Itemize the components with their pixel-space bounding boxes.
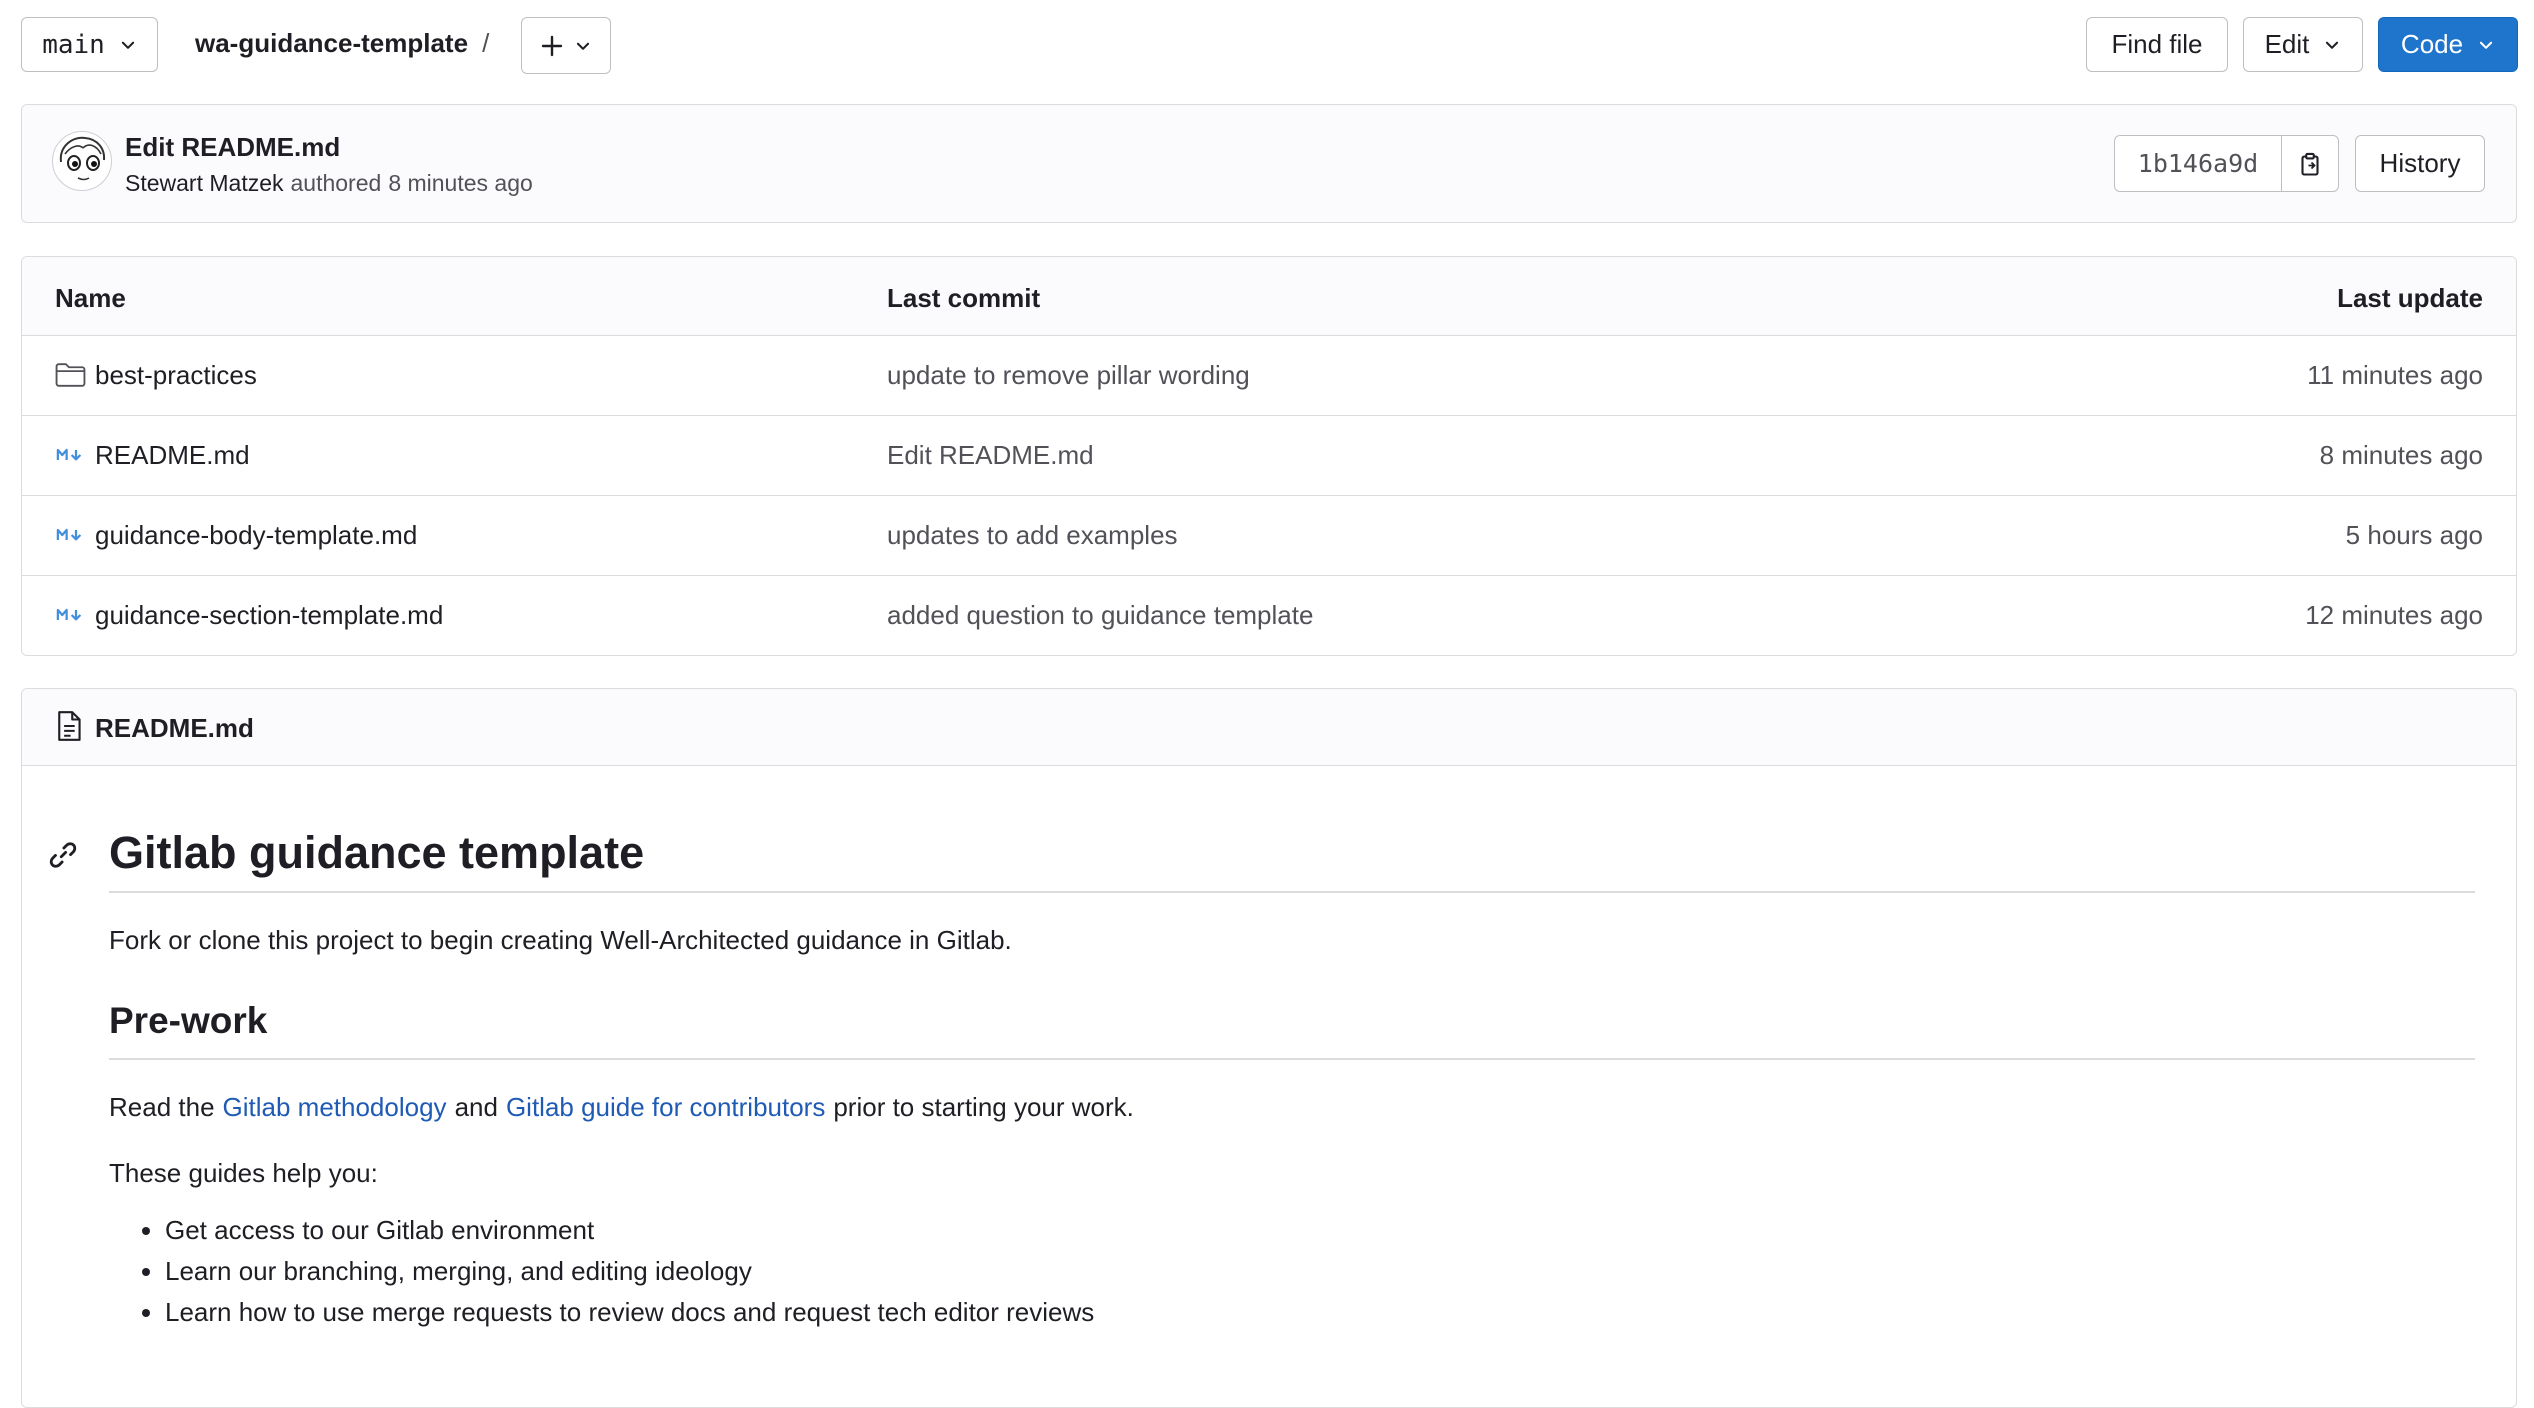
history-button[interactable]: History [2355,135,2485,192]
commit-author[interactable]: Stewart Matzek [125,170,284,197]
file-name[interactable]: README.md [95,440,250,471]
edit-label: Edit [2264,29,2310,59]
file-name[interactable]: best-practices [95,360,257,391]
commit-meta: Stewart Matzek authored 8 minutes ago [125,170,533,197]
folder-icon [55,363,86,387]
code-label: Code [2400,29,2464,59]
readme-header: README.md [22,689,2516,766]
table-row[interactable]: guidance-body-template.md updates to add… [22,495,2516,575]
branch-name: main [42,29,105,60]
breadcrumb-project[interactable]: wa-guidance-template [195,28,468,59]
code-dropdown-button[interactable]: Code [2378,17,2518,72]
readme-read-paragraph: Read the Gitlab methodology and Gitlab g… [109,1092,1134,1123]
readme-heading-1: Gitlab guidance template [109,827,645,878]
commit-sha-group: 1b146a9d [2114,135,2339,192]
copy-sha-button[interactable] [2282,136,2338,191]
history-label: History [2379,148,2461,178]
commit-title[interactable]: Edit README.md [125,132,340,163]
file-name[interactable]: guidance-section-template.md [95,600,443,631]
file-last-update: 12 minutes ago [2305,600,2483,630]
markdown-icon [56,448,82,461]
header-name: Name [55,283,126,313]
read-and: and [454,1092,498,1122]
gitlab-contributors-guide-link[interactable]: Gitlab guide for contributors [506,1092,825,1123]
last-commit-panel: Edit README.md Stewart Matzek authored 8… [21,104,2517,223]
commit-authored-text: authored [290,170,382,196]
find-file-label: Find file [2111,29,2203,59]
readme-heading-2: Pre-work [109,1000,268,1041]
table-row[interactable]: best-practices update to remove pillar w… [22,335,2516,415]
edit-dropdown-button[interactable]: Edit [2243,17,2363,72]
link-icon[interactable] [49,841,77,869]
file-commit-message[interactable]: Edit README.md [887,440,1094,471]
table-row[interactable]: guidance-section-template.md added quest… [22,575,2516,655]
branch-selector[interactable]: main [21,17,158,72]
chevron-down-icon [121,41,134,49]
readme-guides-intro: These guides help you: [109,1158,378,1188]
commit-time: 8 minutes ago [388,170,533,196]
file-commit-message[interactable]: updates to add examples [887,520,1178,551]
gitlab-methodology-link[interactable]: Gitlab methodology [223,1092,447,1123]
file-last-update: 11 minutes ago [2307,360,2483,390]
chevron-down-icon [2326,41,2339,49]
chevron-down-icon [576,42,590,50]
list-item: Get access to our Gitlab environment [165,1210,1094,1251]
readme-bullet-list: Get access to our Gitlab environment Lea… [109,1210,1094,1333]
avatar[interactable] [52,131,112,191]
commit-sha[interactable]: 1b146a9d [2115,136,2282,191]
chevron-down-icon [2480,41,2493,49]
file-commit-message[interactable]: added question to guidance template [887,600,1313,631]
file-table: Name Last commit Last update best-practi… [21,256,2517,656]
table-header: Name Last commit Last update [22,257,2516,335]
file-commit-message[interactable]: update to remove pillar wording [887,360,1250,391]
file-icon [58,711,81,741]
readme-filename[interactable]: README.md [95,713,254,744]
breadcrumb-separator: / [482,28,490,58]
list-item: Learn how to use merge requests to revie… [165,1292,1094,1333]
file-last-update: 5 hours ago [2345,520,2483,550]
header-last-commit: Last commit [887,283,1041,313]
file-name[interactable]: guidance-body-template.md [95,520,417,551]
markdown-icon [56,528,82,541]
header-last-update: Last update [2337,283,2483,313]
plus-icon [541,35,563,56]
markdown-icon [56,608,82,621]
read-prefix: Read the [109,1092,215,1122]
read-suffix: prior to starting your work. [833,1092,1134,1122]
copy-icon [2301,152,2319,176]
find-file-button[interactable]: Find file [2086,17,2228,72]
list-item: Learn our branching, merging, and editin… [165,1251,1094,1292]
table-row[interactable]: README.md Edit README.md 8 minutes ago [22,415,2516,495]
readme-panel: README.md Gitlab guidance template Fork … [21,688,2517,1408]
readme-intro: Fork or clone this project to begin crea… [109,925,1012,955]
breadcrumb: wa-guidance-template / [195,28,489,59]
add-dropdown-button[interactable] [521,17,611,74]
heading-divider [109,891,2475,893]
file-last-update: 8 minutes ago [2319,440,2483,470]
heading-divider [109,1058,2475,1060]
